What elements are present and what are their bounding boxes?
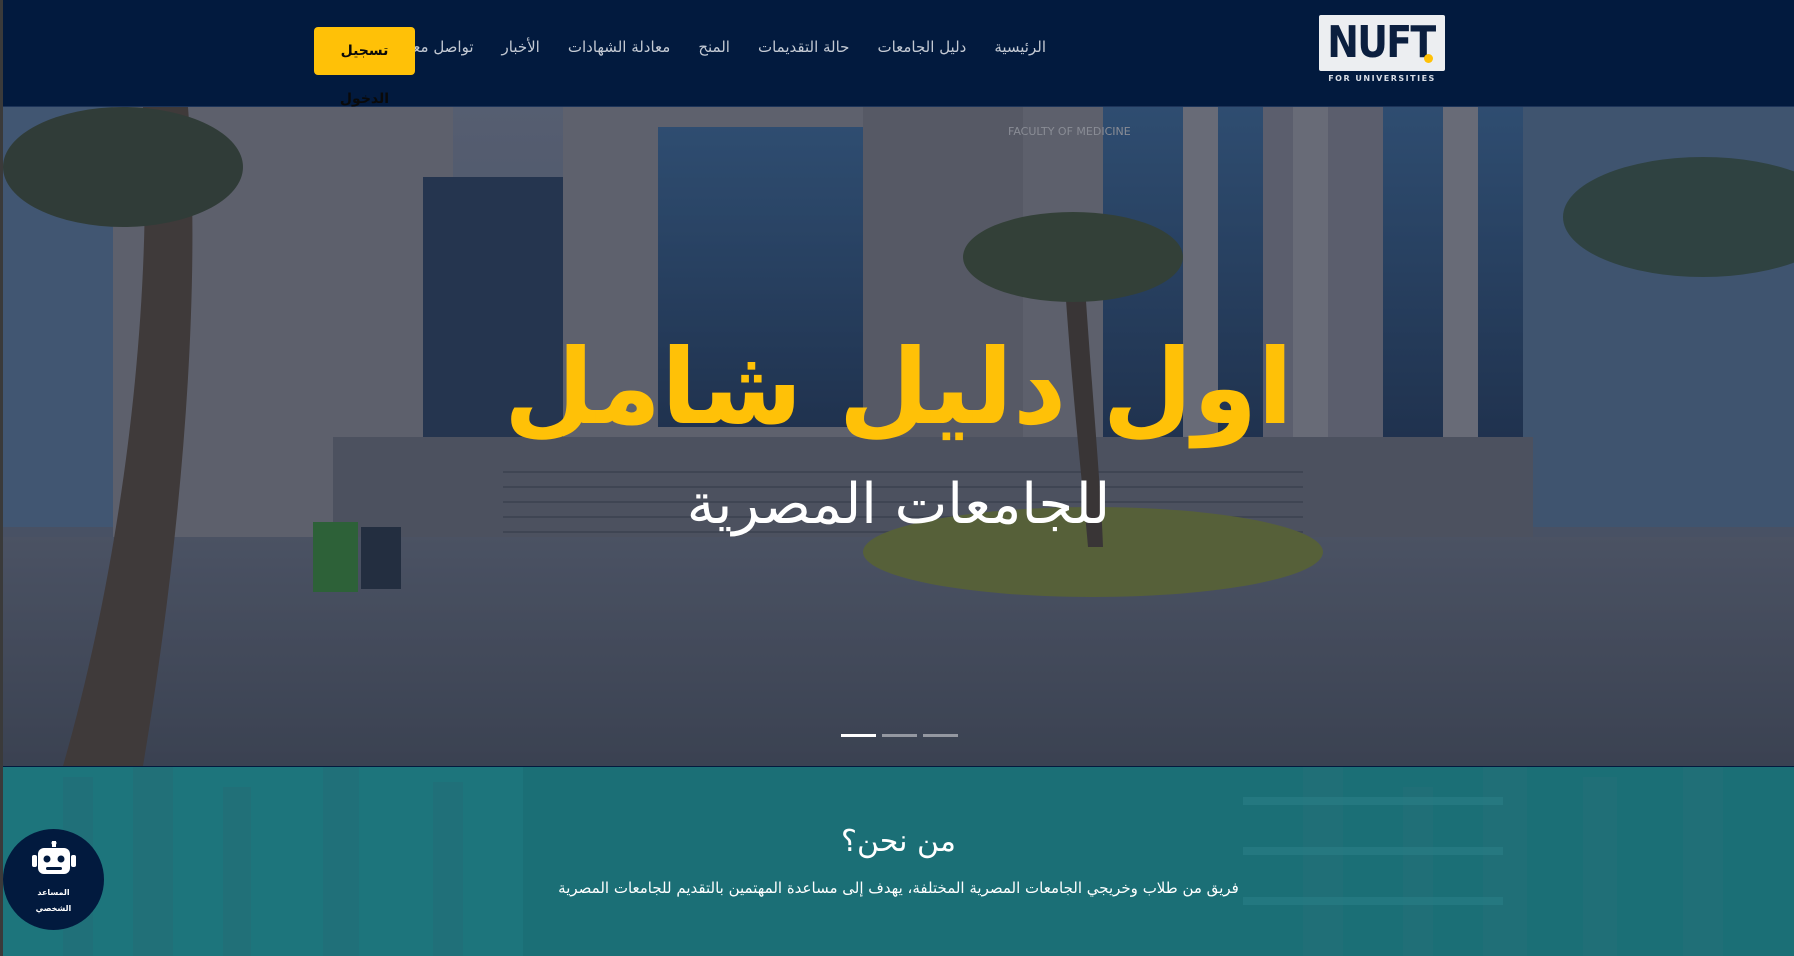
hero-carousel: FACULTY OF MEDICINE اول دليل شامل للجامع… xyxy=(3,107,1794,766)
nav-link-certificate-equivalence[interactable]: معادلة الشهادات xyxy=(568,36,670,58)
main-nav: الرئيسية دليل الجامعات حالة التقديمات ال… xyxy=(376,36,1046,58)
logo-tagline: FOR UNIVERSITIES xyxy=(1328,74,1436,83)
hero-title: اول دليل شامل xyxy=(503,326,1294,448)
page: NUFT FOR UNIVERSITIES الرئيسية دليل الجا… xyxy=(3,0,1794,956)
nav-link-universities-guide[interactable]: دليل الجامعات xyxy=(877,36,966,58)
carousel-indicator-3[interactable] xyxy=(923,734,958,737)
nav-link-home[interactable]: الرئيسية xyxy=(994,36,1046,58)
chatbot-button[interactable]: المساعد الشخصي xyxy=(3,829,104,930)
logo-text: NUFT xyxy=(1327,17,1436,68)
chatbot-label-line1: المساعد xyxy=(37,888,70,897)
logo-dot xyxy=(1424,54,1433,63)
chatbot-label: المساعد الشخصي xyxy=(3,885,104,917)
about-title: من نحن؟ xyxy=(841,824,956,859)
nav-link-scholarships[interactable]: المنح xyxy=(698,36,730,58)
nav-link-applications-status[interactable]: حالة التقديمات xyxy=(758,36,850,58)
logo-badge: NUFT xyxy=(1319,15,1445,71)
carousel-indicator-2[interactable] xyxy=(882,734,917,737)
site-logo[interactable]: NUFT FOR UNIVERSITIES xyxy=(1319,15,1445,87)
hero-subtitle: للجامعات المصرية xyxy=(686,472,1111,537)
login-button[interactable]: تسجيل الدخول xyxy=(314,27,415,107)
about-section: من نحن؟ فريق من طلاب وخريجي الجامعات الم… xyxy=(3,767,1794,956)
carousel-indicators xyxy=(841,734,964,737)
chatbot-label-line2: الشخصي xyxy=(35,904,72,913)
navbar: NUFT FOR UNIVERSITIES الرئيسية دليل الجا… xyxy=(3,0,1794,107)
carousel-indicator-1[interactable] xyxy=(841,734,876,737)
robot-icon xyxy=(32,841,76,874)
about-description: فريق من طلاب وخريجي الجامعات المصرية الم… xyxy=(558,879,1239,897)
nav-link-news[interactable]: الأخبار xyxy=(502,36,540,58)
